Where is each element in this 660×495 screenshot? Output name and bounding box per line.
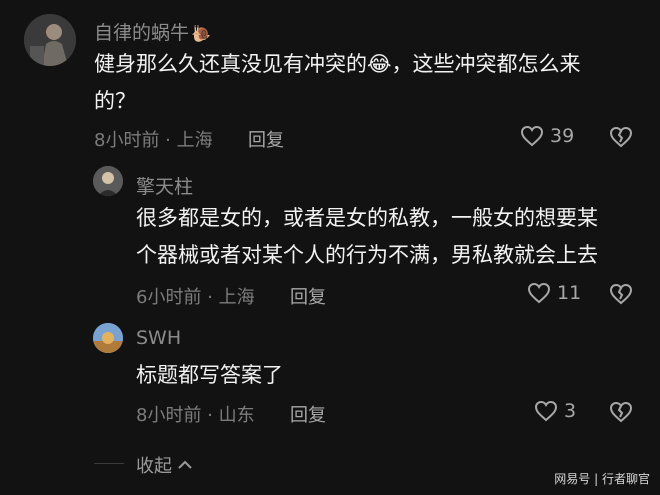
avatar[interactable] xyxy=(93,323,123,353)
reply-meta: 8小时前 · 山东 xyxy=(136,405,255,426)
like-count: 3 xyxy=(564,400,577,422)
avatar[interactable] xyxy=(93,166,123,196)
reply-button[interactable]: 回复 xyxy=(290,283,326,309)
like-button[interactable]: 39 xyxy=(520,125,574,147)
broken-heart-icon xyxy=(609,401,633,423)
avatar[interactable] xyxy=(24,14,76,66)
avatar-photo-icon xyxy=(24,14,76,66)
reply-meta: 6小时前 · 上海 xyxy=(136,287,255,308)
reply-text: 很多都是女的，或者是女的私教，一般女的想要某 个器械或者对某个人的行为不满，男私… xyxy=(136,200,641,274)
heart-icon xyxy=(527,282,551,304)
reply-text-line-1: 标题都写答案了 xyxy=(136,363,283,387)
watermark: 网易号 | 行者聊官 xyxy=(554,472,650,486)
reply-text-line-1: 很多都是女的，或者是女的私教，一般女的想要某 xyxy=(136,206,598,230)
dislike-button[interactable] xyxy=(609,283,633,309)
avatar-photo-icon xyxy=(93,323,123,353)
like-button[interactable]: 3 xyxy=(534,400,576,422)
reply-text-line-2: 个器械或者对某个人的行为不满，男私教就会上去 xyxy=(136,243,598,267)
collapse-divider xyxy=(94,463,124,464)
avatar-photo-icon xyxy=(93,166,123,196)
collapse-button[interactable]: 收起 xyxy=(136,452,194,478)
broken-heart-icon xyxy=(609,283,633,305)
comment-author[interactable]: 自律的蜗牛 🐌 xyxy=(94,18,211,45)
reply-author[interactable]: SWH xyxy=(136,327,181,349)
broken-heart-icon xyxy=(609,126,633,148)
comment-meta: 8小时前 · 上海 xyxy=(94,130,213,151)
reply-text: 标题都写答案了 xyxy=(136,357,641,394)
dislike-button[interactable] xyxy=(609,126,633,152)
reply-button[interactable]: 回复 xyxy=(248,126,284,152)
heart-icon xyxy=(534,400,558,422)
author-name: 自律的蜗牛 xyxy=(94,22,190,44)
collapse-label: 收起 xyxy=(136,456,172,477)
like-button[interactable]: 11 xyxy=(527,282,581,304)
like-count: 11 xyxy=(557,282,582,304)
chevron-up-icon xyxy=(178,460,192,469)
dislike-button[interactable] xyxy=(609,401,633,427)
laughing-emoji-icon: 😂 xyxy=(367,52,392,76)
comment-text-line-2: 的？ xyxy=(94,89,136,113)
comment-text: 健身那么久还真没见有冲突的😂，这些冲突都怎么来 的？ xyxy=(94,46,634,120)
comment-text-line-1: 健身那么久还真没见有冲突的😂，这些冲突都怎么来 xyxy=(94,52,581,76)
snail-emoji-icon: 🐌 xyxy=(191,24,211,43)
like-count: 39 xyxy=(550,125,575,147)
heart-icon xyxy=(520,125,544,147)
reply-button[interactable]: 回复 xyxy=(290,401,326,427)
reply-author[interactable]: 擎天柱 xyxy=(136,172,193,199)
